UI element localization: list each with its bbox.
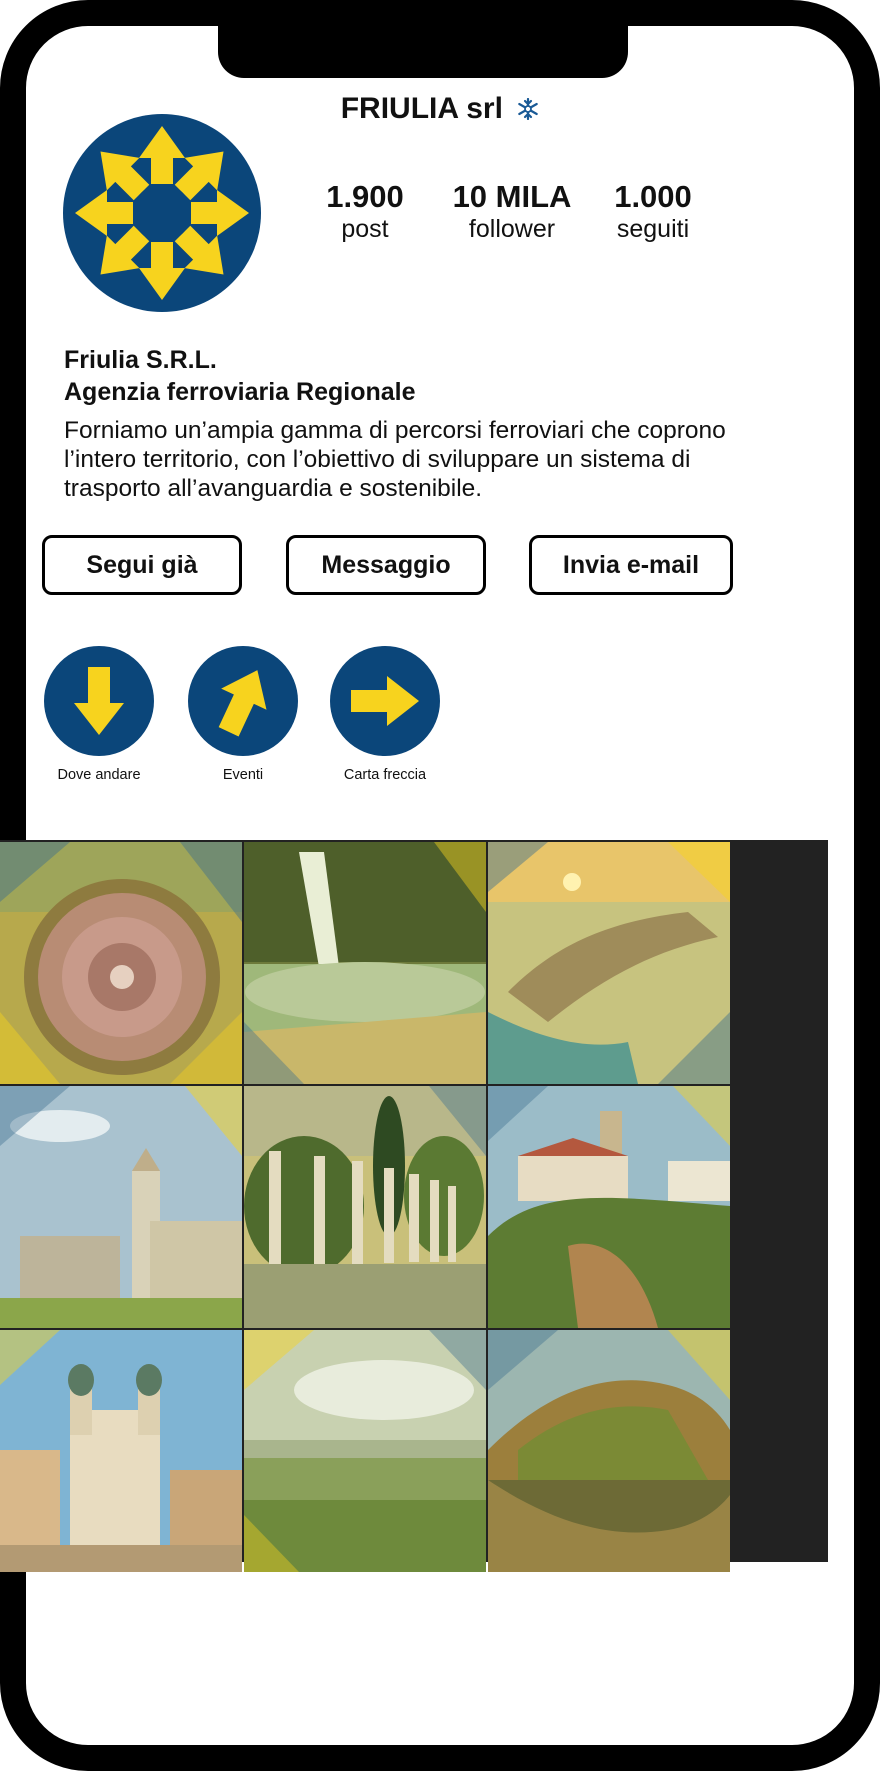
arrow-right-icon — [330, 646, 440, 756]
countryside-photo — [244, 1330, 486, 1572]
phone-notch — [218, 26, 628, 78]
baroque-church-photo — [0, 1330, 242, 1572]
arrow-down-icon — [44, 646, 154, 756]
post-thumbnail[interactable] — [244, 1330, 486, 1572]
basilica-photo — [0, 1086, 242, 1328]
stat-following-label: seguiti — [616, 215, 690, 243]
lagoon-sunset-photo — [488, 842, 730, 1084]
highlight-carta-freccia[interactable]: Carta freccia — [315, 645, 455, 783]
username: FRIULIA srl — [340, 92, 503, 125]
profile-category: Agenzia ferroviaria Regionale — [64, 378, 416, 406]
highlight-label: Eventi — [222, 767, 264, 783]
highlight-dove-andare[interactable]: Dove andare — [29, 645, 169, 783]
post-thumbnail[interactable] — [488, 1330, 730, 1572]
star-fortress-photo — [0, 842, 242, 1084]
stat-following[interactable]: 1.000 seguiti — [563, 180, 743, 244]
roman-columns-photo — [244, 1086, 486, 1328]
post-grid — [0, 840, 828, 1572]
arrow-up-right-icon — [188, 646, 298, 756]
highlight-eventi[interactable]: Eventi — [173, 645, 313, 783]
waterfall-photo — [244, 842, 486, 1084]
profile-bio: Forniamo un’ampia gamma di percorsi ferr… — [64, 417, 726, 502]
post-thumbnail[interactable] — [0, 1330, 242, 1572]
message-button[interactable]: Messaggio — [286, 535, 486, 595]
post-thumbnail[interactable] — [244, 842, 486, 1084]
arrow-star-logo-icon — [63, 114, 261, 312]
lake-mountain-photo — [488, 1330, 730, 1572]
following-button[interactable]: Segui già — [42, 535, 242, 595]
post-thumbnail[interactable] — [244, 1086, 486, 1328]
hill-castle-photo — [488, 1086, 730, 1328]
post-thumbnail[interactable] — [488, 1086, 730, 1328]
highlight-label: Dove andare — [57, 767, 141, 783]
profile-display-name: Friulia S.R.L. — [64, 346, 217, 374]
profile-avatar[interactable] — [63, 114, 261, 312]
email-button[interactable]: Invia e-mail — [529, 535, 733, 595]
post-thumbnail[interactable] — [488, 842, 730, 1084]
stat-following-value: 1.000 — [614, 179, 692, 214]
post-thumbnail[interactable] — [0, 842, 242, 1084]
snowflake-icon — [517, 94, 539, 128]
post-thumbnail[interactable] — [0, 1086, 242, 1328]
highlight-label: Carta freccia — [343, 767, 427, 783]
